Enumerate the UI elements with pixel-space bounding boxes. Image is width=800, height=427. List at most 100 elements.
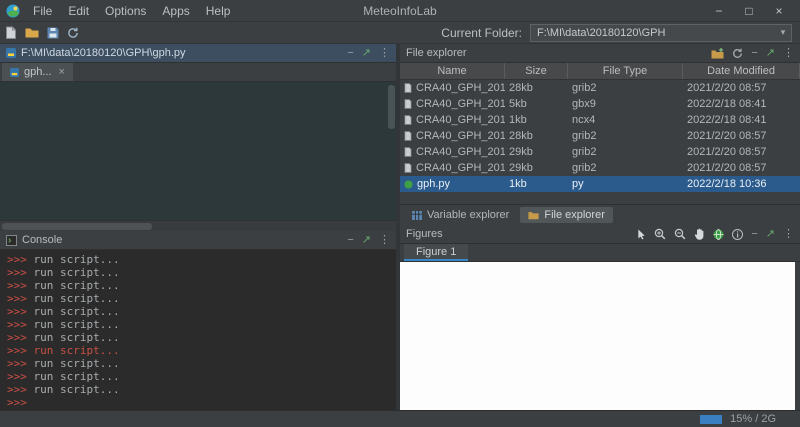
column-header-date[interactable]: Date Modified [683,63,800,79]
save-icon[interactable] [47,27,59,39]
minimize-panel-icon[interactable]: − [347,235,353,246]
editor-horizontal-scrollbar[interactable] [0,220,396,231]
file-row[interactable]: CRA40_GPH_2018012... 29kb grib2 2021/2/2… [400,144,800,160]
new-file-icon[interactable] [5,26,17,39]
menu-file[interactable]: File [26,3,59,19]
grid-icon [412,211,422,220]
code-line [26,187,396,200]
current-folder-combobox[interactable]: F:\MI\data\20180120\GPH ▾ [530,24,792,42]
right-column: File explorer − ↗ ⋮ Name Size File Type … [400,44,800,410]
float-panel-icon[interactable]: ↗ [362,48,371,59]
column-header-size[interactable]: Size [505,63,568,79]
line-number [0,200,21,213]
code-editor[interactable] [0,82,396,220]
menu-edit[interactable]: Edit [61,3,96,19]
menu-help[interactable]: Help [199,3,238,19]
pan-hand-icon[interactable] [694,228,705,240]
main-area: F:\MI\data\20180120\GPH\gph.py − ↗ ⋮ gph… [0,44,800,410]
console-title: Console [22,234,62,246]
menu-options[interactable]: Options [98,3,153,19]
file-row[interactable]: CRA40_GPH_2018012... 28kb grib2 2021/2/2… [400,128,800,144]
minimize-panel-icon[interactable]: − [347,48,353,59]
code-lines[interactable] [26,82,396,220]
cursor-select-icon[interactable] [637,229,646,240]
panel-menu-icon[interactable]: ⋮ [379,235,390,246]
tab-file-explorer[interactable]: File explorer [520,207,613,223]
file-row[interactable]: CRA40_GPH_2018012... 29kb grib2 2021/2/2… [400,160,800,176]
scrollbar-thumb[interactable] [2,223,152,230]
refresh-icon[interactable] [67,27,79,39]
current-folder-value: F:\MI\data\20180120\GPH [531,27,775,39]
tab-label: Variable explorer [427,209,509,221]
editor-panel: F:\MI\data\20180120\GPH\gph.py − ↗ ⋮ gph… [0,44,396,231]
meteoinfolab-window: File Edit Options Apps Help MeteoInfoLab… [0,0,800,427]
minimize-window-icon[interactable]: − [704,4,734,18]
line-number [0,83,21,96]
minimize-panel-icon[interactable]: − [751,48,757,59]
figures-tab-bar: Figure 1 [400,244,800,262]
file-explorer-title: File explorer [406,47,467,59]
code-line [26,96,396,109]
console-line: >>> run script... [7,305,389,318]
tab-variable-explorer[interactable]: Variable explorer [404,207,517,223]
file-row[interactable]: CRA40_GPH_2018012... 1kb ncx4 2022/2/18 … [400,112,800,128]
info-icon[interactable] [732,229,743,240]
chevron-down-icon[interactable]: ▾ [775,27,791,38]
file-icon [404,99,412,109]
file-icon [404,131,412,141]
float-panel-icon[interactable]: ↗ [362,235,371,246]
maximize-window-icon[interactable]: □ [734,4,764,18]
code-line [26,148,396,161]
file-explorer-title-bar: File explorer − ↗ ⋮ [400,44,800,63]
figure-canvas[interactable] [400,262,795,410]
console-line: >>> run script... [7,318,389,331]
line-number [0,161,21,174]
file-row[interactable]: CRA40_GPH_2018012... 5kb gbx9 2022/2/18 … [400,96,800,112]
console-output[interactable]: >>> run script...>>> run script...>>> ru… [0,250,396,410]
window-controls: − □ × [704,4,794,18]
minimize-panel-icon[interactable]: − [751,229,757,240]
file-row[interactable]: gph.py 1kb py 2022/2/18 10:36 [400,176,800,192]
zoom-in-icon[interactable] [654,228,666,240]
python-file-icon [6,48,16,58]
figures-title-bar: Figures − ↗ ⋮ [400,225,800,244]
zoom-out-icon[interactable] [674,228,686,240]
line-number [0,213,21,220]
tab-gph-py[interactable]: gph... × [2,63,73,81]
column-header-name[interactable]: Name [400,63,505,79]
console-line: >>> run script... [7,253,389,266]
line-number [0,187,21,200]
console-line: >>> run script... [7,292,389,305]
file-table-body: CRA40_GPH_2018012... 28kb grib2 2021/2/2… [400,80,800,204]
new-folder-icon[interactable] [711,48,724,59]
panel-menu-icon[interactable]: ⋮ [783,229,794,240]
figures-title: Figures [406,228,443,240]
file-table-header: Name Size File Type Date Modified [400,63,800,80]
float-panel-icon[interactable]: ↗ [766,48,775,59]
panel-menu-icon[interactable]: ⋮ [783,48,794,59]
tab-label: gph... [24,66,52,78]
explorer-bottom-tabs: Variable explorer File explorer [400,204,800,225]
main-toolbar: Current Folder: F:\MI\data\20180120\GPH … [0,22,800,44]
tab-figure-1[interactable]: Figure 1 [404,244,468,261]
float-panel-icon[interactable]: ↗ [766,229,775,240]
console-bar-icons: − ↗ ⋮ [347,235,390,246]
open-folder-icon[interactable] [25,27,39,38]
console-panel: Console − ↗ ⋮ >>> run script...>>> run s… [0,231,396,410]
menu-bar: File Edit Options Apps Help MeteoInfoLab… [0,0,800,22]
line-number [0,122,21,135]
editor-bar-icons: − ↗ ⋮ [347,48,390,59]
column-header-filetype[interactable]: File Type [568,63,683,79]
globe-icon[interactable] [713,229,724,240]
python-file-icon [10,68,19,77]
panel-menu-icon[interactable]: ⋮ [379,48,390,59]
code-line [26,213,396,220]
menu-apps[interactable]: Apps [155,3,196,19]
file-row[interactable]: CRA40_GPH_2018012... 28kb grib2 2021/2/2… [400,80,800,96]
line-number-gutter [0,82,26,220]
close-window-icon[interactable]: × [764,4,794,18]
editor-vertical-scrollbar[interactable] [388,85,395,129]
refresh-icon[interactable] [732,48,743,59]
tab-close-icon[interactable]: × [59,66,65,78]
code-line [26,200,396,213]
